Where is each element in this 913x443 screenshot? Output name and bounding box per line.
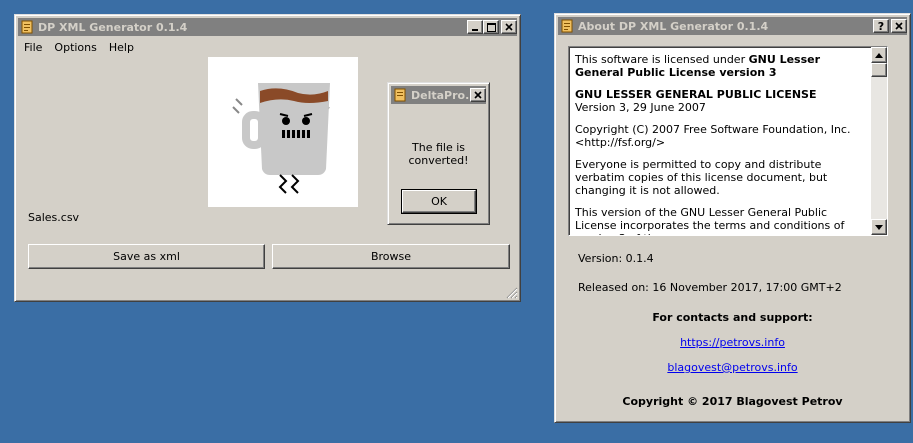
contacts-heading: For contacts and support: — [652, 311, 813, 324]
dialog-message-line2: converted! — [408, 154, 469, 167]
app-icon — [560, 19, 574, 33]
released-text: Released on: 16 November 2017, 17:00 GMT… — [578, 281, 842, 294]
menu-bar: File Options Help — [18, 38, 140, 56]
coffee-mug-mascot — [208, 57, 358, 207]
maximize-icon[interactable] — [483, 20, 499, 34]
menu-options[interactable]: Options — [48, 41, 102, 54]
about-titlebar[interactable]: About DP XML Generator 0.1.4 ? — [558, 17, 907, 35]
close-icon[interactable] — [501, 20, 517, 34]
menu-help[interactable]: Help — [103, 41, 140, 54]
main-window-titlebar[interactable]: DP XML Generator 0.1.4 — [18, 18, 517, 36]
message-dialog: DeltaPro... The file is converted! OK — [387, 82, 490, 225]
email-link[interactable]: blagovest@petrovs.info — [667, 361, 797, 374]
dialog-message: The file is converted! — [388, 141, 489, 167]
license-copyright: Copyright (C) 2007 Free Software Foundat… — [575, 123, 851, 149]
save-as-xml-button[interactable]: Save as xml — [28, 244, 265, 269]
close-icon[interactable] — [470, 88, 486, 102]
app-icon — [20, 20, 34, 34]
ok-button[interactable]: OK — [401, 189, 477, 214]
menu-file[interactable]: File — [18, 41, 48, 54]
license-intro: This software is licensed under GNU Less… — [575, 53, 821, 79]
app-icon — [393, 88, 407, 102]
close-icon[interactable] — [891, 19, 907, 33]
website-link[interactable]: https://petrovs.info — [680, 336, 785, 349]
dialog-titlebar[interactable]: DeltaPro... — [391, 86, 486, 104]
license-textbox[interactable]: This software is licensed under GNU Less… — [568, 46, 888, 236]
browse-button[interactable]: Browse — [272, 244, 510, 269]
about-window: About DP XML Generator 0.1.4 ? This soft… — [554, 13, 911, 423]
help-icon[interactable]: ? — [873, 19, 889, 33]
file-name-label: Sales.csv — [28, 211, 80, 224]
dialog-message-line1: The file is — [412, 141, 465, 154]
dialog-title: DeltaPro... — [411, 88, 470, 102]
website-row: https://petrovs.info — [555, 336, 910, 349]
scroll-thumb[interactable] — [871, 63, 887, 77]
version-text: Version: 0.1.4 — [578, 252, 654, 265]
resize-grip-icon[interactable] — [506, 287, 518, 299]
license-heading: GNU LESSER GENERAL PUBLIC LICENSE — [575, 88, 817, 101]
main-window-title: DP XML Generator 0.1.4 — [38, 20, 188, 34]
scroll-down-icon[interactable] — [871, 219, 887, 235]
minimize-icon[interactable] — [467, 20, 483, 34]
license-body: This version of the GNU Lesser General P… — [575, 206, 845, 235]
license-permission: Everyone is permitted to copy and distri… — [575, 158, 828, 197]
email-row: blagovest@petrovs.info — [555, 361, 910, 374]
copyright-footer: Copyright © 2017 Blagovest Petrov — [622, 395, 843, 408]
license-version-line: Version 3, 29 June 2007 — [575, 101, 706, 114]
license-scrollbar[interactable] — [871, 47, 887, 235]
about-title: About DP XML Generator 0.1.4 — [578, 19, 769, 33]
scroll-up-icon[interactable] — [871, 47, 887, 63]
